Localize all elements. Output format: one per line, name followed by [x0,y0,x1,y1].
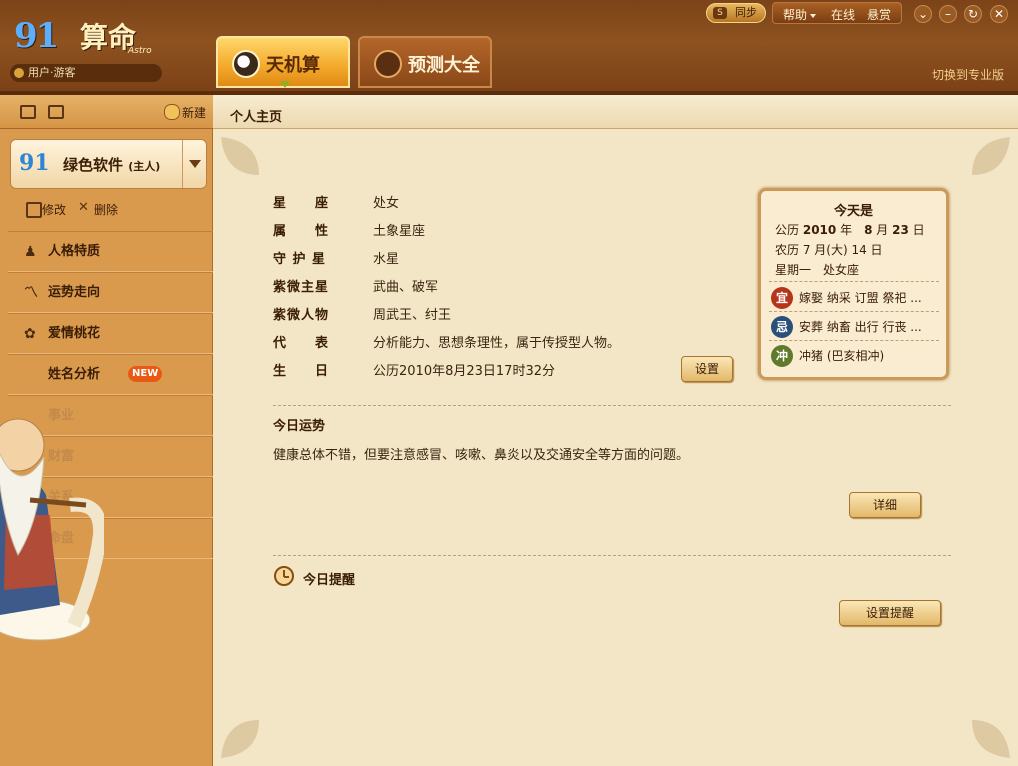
minimize-icon[interactable]: – [939,5,957,23]
person-icon: ♟ [24,244,37,260]
info-value: 武曲、破军 [373,280,439,295]
title-bar: 91 算命 Astro 用户·游客 天机算 预测大全 S 同步 帮助 在线 悬赏… [0,0,1018,95]
page-title: 个人主页 [230,110,283,125]
tab-tianjisuan[interactable]: 天机算 [216,36,350,88]
sync-button[interactable]: S 同步 [706,3,766,23]
sync-label: 同步 [735,6,757,19]
sage-mascot-image [0,418,104,641]
divider [769,340,939,341]
divider [769,281,939,282]
divider [769,311,939,312]
inauspicious-icon: 忌 [771,316,793,338]
corner-ornament [972,720,1010,758]
fortune-title: 今日运势 [273,419,326,434]
info-value: 公历2010年8月23日17时32分 [373,364,555,379]
fortune-detail-button[interactable]: 详细 [849,492,921,518]
restore-icon[interactable]: ↻ [964,5,982,23]
auspicious-icon: 宜 [771,287,793,309]
profile-logo: 91 [19,150,50,176]
profile-selector[interactable]: 91 绿色软件 (主人) [10,139,207,189]
sync-icon: S [713,7,727,19]
settings-button[interactable]: 设置 [681,356,733,382]
yinyang-icon [232,50,260,78]
sidebar: 新建 91 绿色软件 (主人) 修改 删除 ♟人格特质 〽运势走向 ✿爱情桃花 … [0,95,213,766]
weekday-sign: 星期一 处女座 [775,263,860,277]
sidebar-item-love[interactable]: ✿ 爱情桃花 [8,313,213,354]
info-label: 紫微人物 [273,308,330,323]
info-label: 紫微主星 [273,280,330,295]
reminder-title: 今日提醒 [303,573,356,588]
new-profile-button[interactable]: 新建 [164,104,206,121]
inauspicious-activities[interactable]: 忌 安葬 纳畜 出行 行丧 ... [771,316,941,338]
new-badge: NEW [128,366,163,382]
info-value: 分析能力、思想条理性，属于传授型人物。 [373,336,621,351]
info-label: 属 性 [273,224,330,239]
divider [273,405,951,406]
today-title: 今天是 [833,204,873,219]
today-calendar-card: 今天是 公历 2010 年 8 月 23 日 农历 7 月(大) 14 日 星期… [758,188,949,380]
info-label: 星 座 [273,196,330,211]
info-value: 土象星座 [373,224,426,239]
clash-icon: 冲 [771,345,793,367]
tab-label: 天机算 [266,55,320,76]
profile-name: 绿色软件 (主人) [63,156,161,174]
divider [273,555,951,556]
corner-ornament [972,137,1010,175]
info-value: 处女 [373,196,400,211]
info-label: 生 日 [273,364,330,379]
lunar-date: 农历 7 月(大) 14 日 [775,243,883,257]
sidebar-toolbar: 新建 [0,95,213,129]
alarm-clock-icon [274,566,294,586]
profile-tag: (主人) [128,160,161,173]
clash-info: 冲 冲猪 (巴亥相冲) [771,345,941,367]
bull-icon [374,50,402,78]
menu-help[interactable]: 帮助 [783,6,817,23]
delete-profile-link[interactable]: 删除 [78,200,118,218]
top-menu: 帮助 在线 悬赏 [772,2,902,24]
close-icon[interactable]: ✕ [990,5,1008,23]
chevron-down-icon[interactable] [182,140,206,188]
corner-ornament [221,720,259,758]
main-content: 个人主页 星 座 处女 属 性 土象星座 守 护 星 水星 紫微主星 武曲、破军 紫微人… [213,95,1018,766]
logo-mark: 91 [14,16,59,56]
solar-date: 公历 2010 年 8 月 23 日 [775,223,925,237]
breadcrumb: 个人主页 [213,95,1018,129]
flower-icon: ✿ [24,326,36,342]
fortune-text: 健康总体不错，但要注意感冒、咳嗽、鼻炎以及交通安全等方面的问题。 [273,448,690,463]
info-value: 周武王、纣王 [373,308,452,323]
tab-yuce-daquan[interactable]: 预测大全 [358,36,492,88]
tab-label: 预测大全 [408,55,480,76]
info-label: 守 护 星 [273,252,327,267]
app-logo: 91 算命 Astro [10,8,170,60]
logo-subtitle: Astro [128,46,152,56]
menu-reward[interactable]: 悬赏 [867,6,891,23]
info-label: 代 表 [273,336,330,351]
user-status[interactable]: 用户·游客 [10,64,162,82]
import-icon[interactable] [48,105,64,119]
auspicious-activities[interactable]: 宜 嫁娶 纳采 订盟 祭祀 ... [771,287,941,309]
collapse-icon[interactable]: ⌄ [914,5,932,23]
set-reminder-button[interactable]: 设置提醒 [839,600,941,626]
active-tab-indicator [280,81,290,88]
chevron-down-icon [810,13,817,18]
export-icon[interactable] [20,105,36,119]
edit-profile-link[interactable]: 修改 [26,201,66,218]
sidebar-item-fortune-trend[interactable]: 〽运势走向 [8,272,213,313]
switch-pro-link[interactable]: 切换到专业版 [932,66,1004,83]
menu-online[interactable]: 在线 [831,6,855,23]
trend-icon: 〽 [24,285,38,301]
info-value: 水星 [373,252,400,267]
sidebar-item-name-analysis[interactable]: 姓名分析 NEW [8,354,213,395]
sidebar-item-personality[interactable]: ♟ 人格特质 [8,231,213,272]
